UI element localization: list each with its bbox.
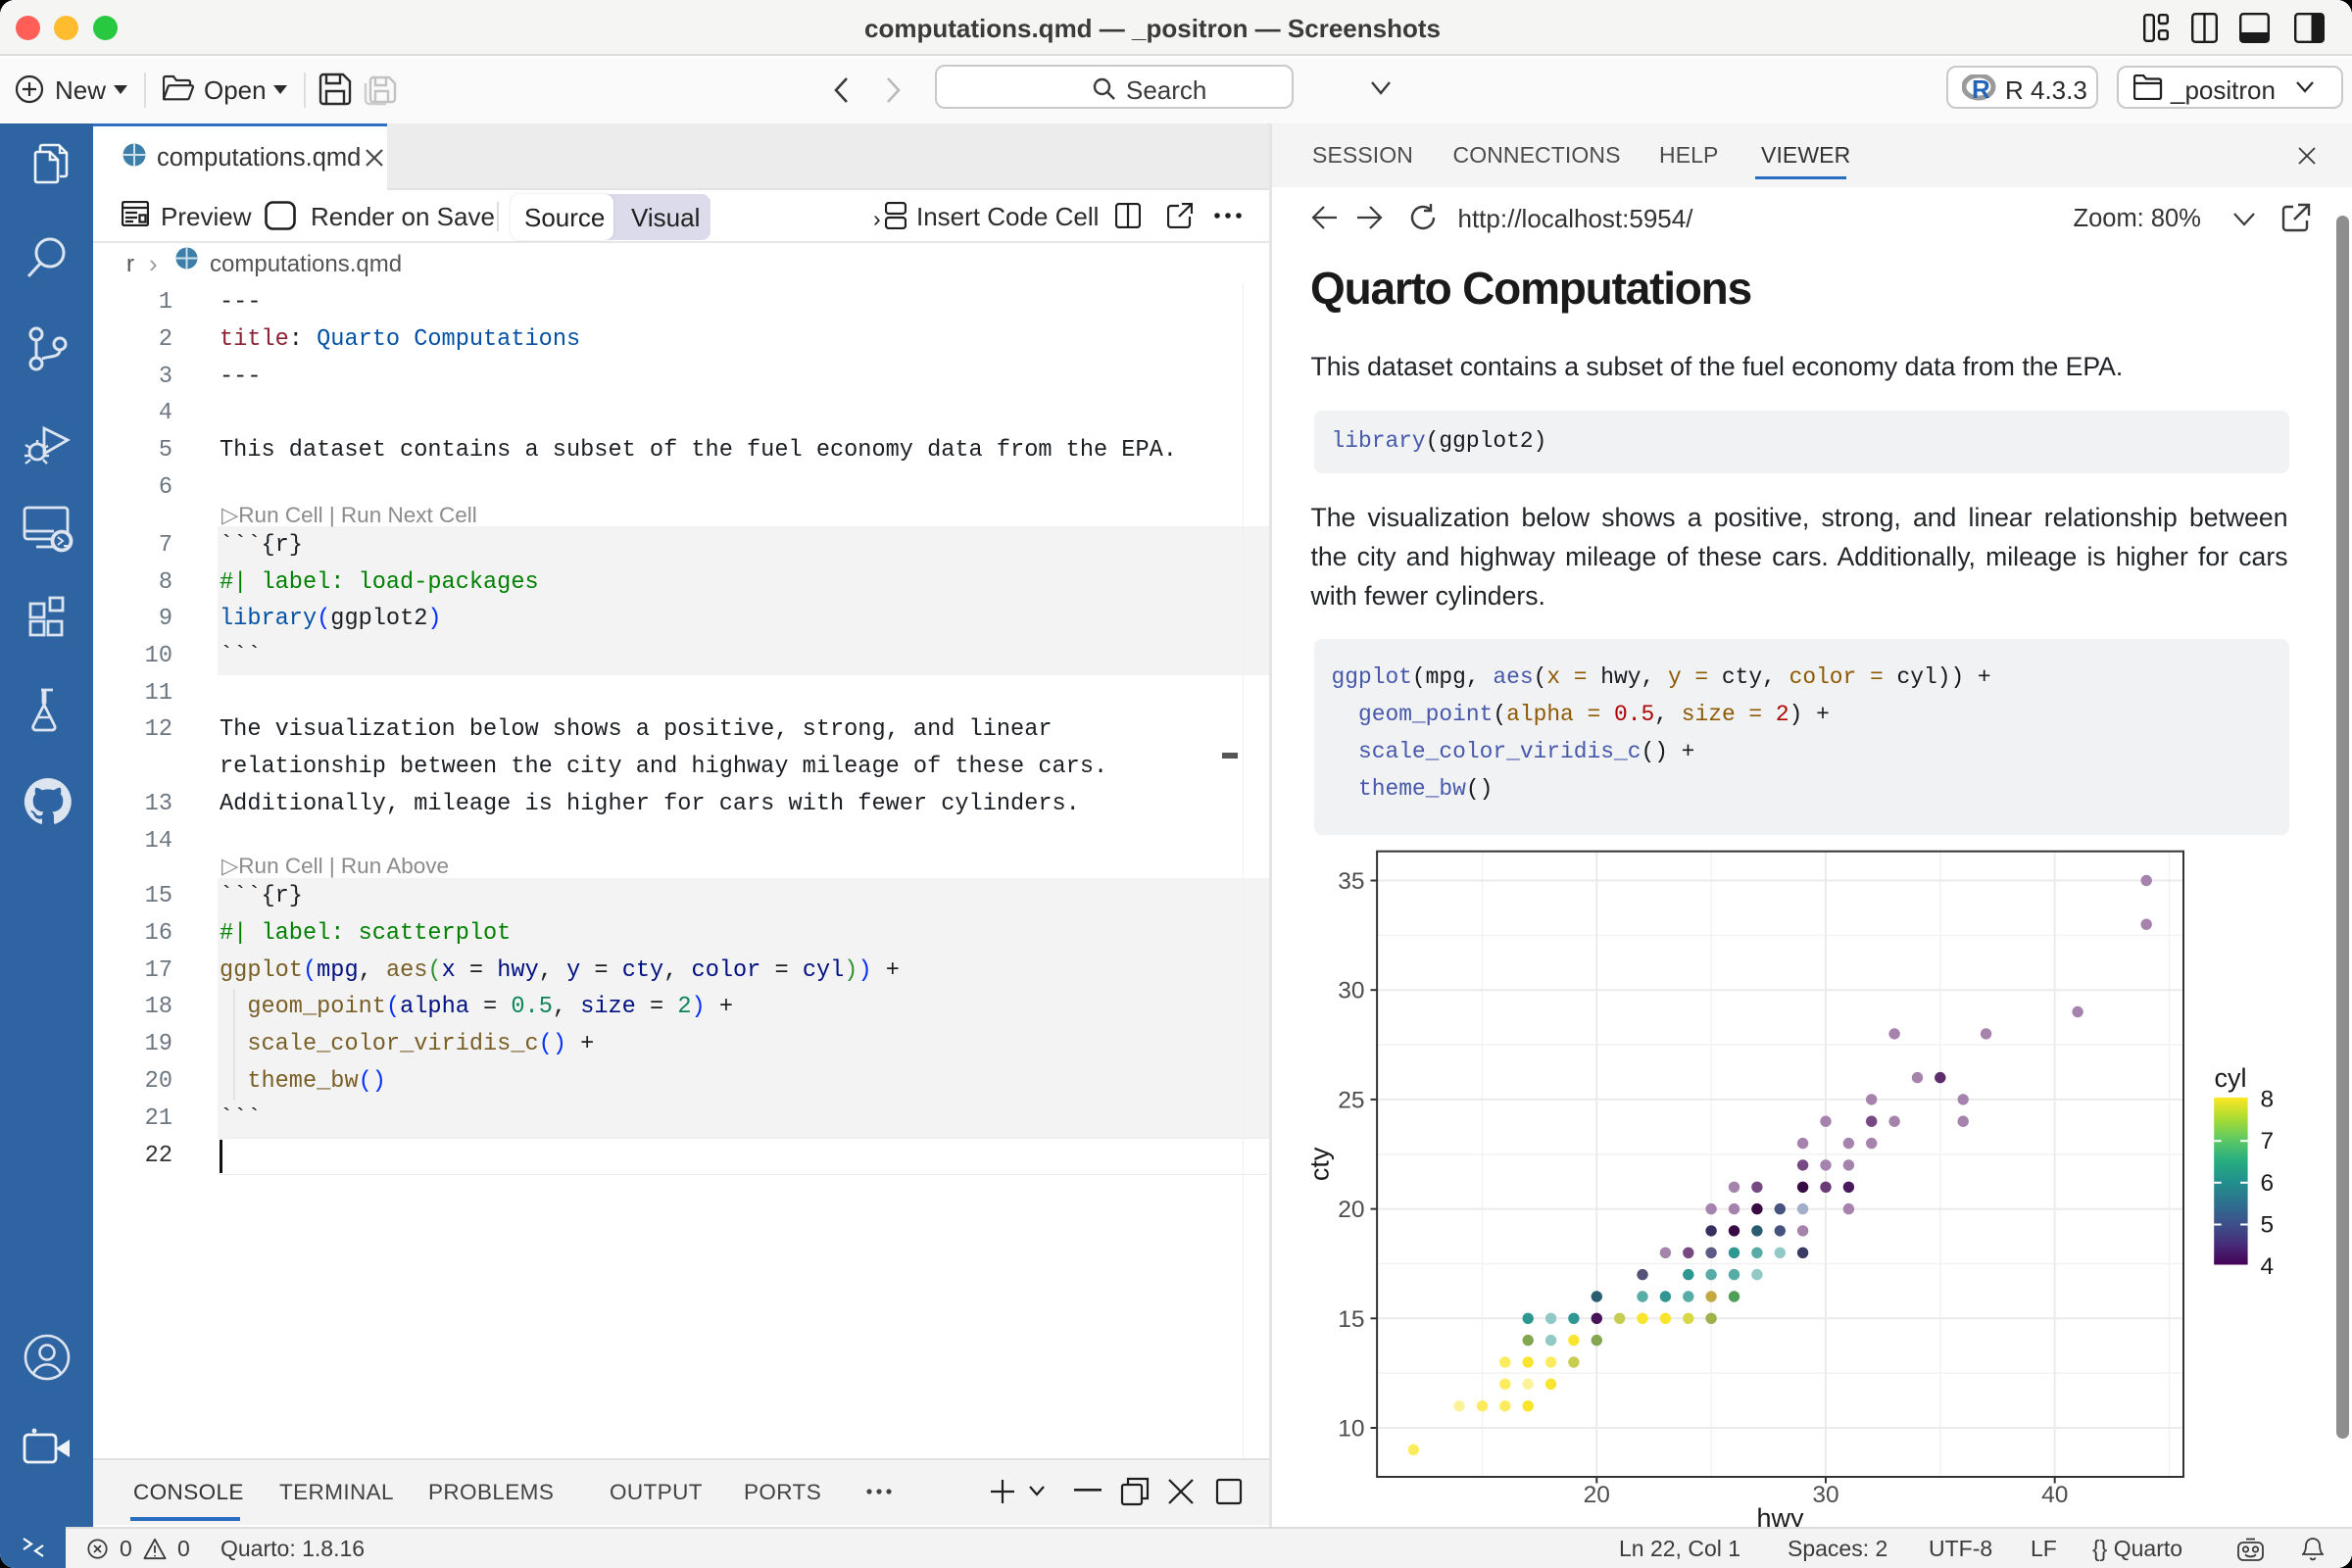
svg-text:6: 6 (2260, 1170, 2274, 1197)
svg-text:cyl: cyl (2214, 1063, 2246, 1093)
svg-text:cty: cty (1304, 1147, 1334, 1181)
svg-text:hwy: hwy (1756, 1503, 1804, 1527)
svg-text:4: 4 (2260, 1253, 2274, 1280)
svg-text:20: 20 (1338, 1197, 1364, 1223)
svg-text:30: 30 (1338, 978, 1364, 1004)
svg-text:30: 30 (1812, 1482, 1838, 1508)
svg-text:40: 40 (2041, 1482, 2068, 1508)
svg-text:20: 20 (1583, 1482, 1609, 1508)
svg-text:8: 8 (2260, 1087, 2274, 1113)
svg-text:10: 10 (1338, 1416, 1364, 1443)
svg-text:25: 25 (1338, 1087, 1364, 1113)
svg-text:R: R (1972, 74, 1990, 101)
svg-text:5: 5 (2260, 1212, 2274, 1239)
svg-text:7: 7 (2260, 1128, 2274, 1154)
svg-text:15: 15 (1338, 1306, 1364, 1333)
svg-text:35: 35 (1338, 868, 1364, 895)
